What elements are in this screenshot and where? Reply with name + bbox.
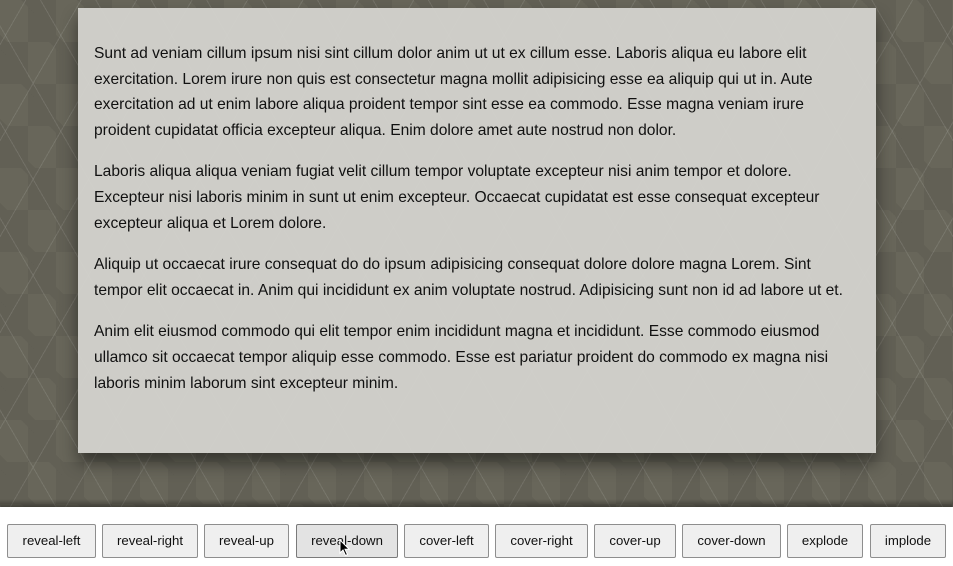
cover-right-button[interactable]: cover-right (495, 524, 588, 558)
reveal-right-button[interactable]: reveal-right (102, 524, 198, 558)
explode-button[interactable]: explode (787, 524, 863, 558)
patterned-background: Sunt ad veniam cillum ipsum nisi sint ci… (0, 0, 953, 507)
cover-up-button[interactable]: cover-up (594, 524, 676, 558)
paragraph-2: Laboris aliqua aliqua veniam fugiat veli… (94, 163, 820, 232)
reveal-up-button[interactable]: reveal-up (204, 524, 289, 558)
mouse-pointer-icon (339, 539, 351, 557)
cover-left-button[interactable]: cover-left (404, 524, 489, 558)
implode-button[interactable]: implode (870, 524, 946, 558)
content-panel: Sunt ad veniam cillum ipsum nisi sint ci… (78, 8, 876, 453)
paragraph-3: Aliquip ut occaecat irure consequat do d… (94, 256, 843, 299)
transition-toolbar: reveal-left reveal-right reveal-up revea… (0, 507, 953, 566)
cover-down-button[interactable]: cover-down (682, 524, 781, 558)
paragraph-4: Anim elit eiusmod commodo qui elit tempo… (94, 323, 829, 392)
paragraph-1: Sunt ad veniam cillum ipsum nisi sint ci… (94, 45, 813, 139)
reveal-left-button[interactable]: reveal-left (7, 524, 96, 558)
